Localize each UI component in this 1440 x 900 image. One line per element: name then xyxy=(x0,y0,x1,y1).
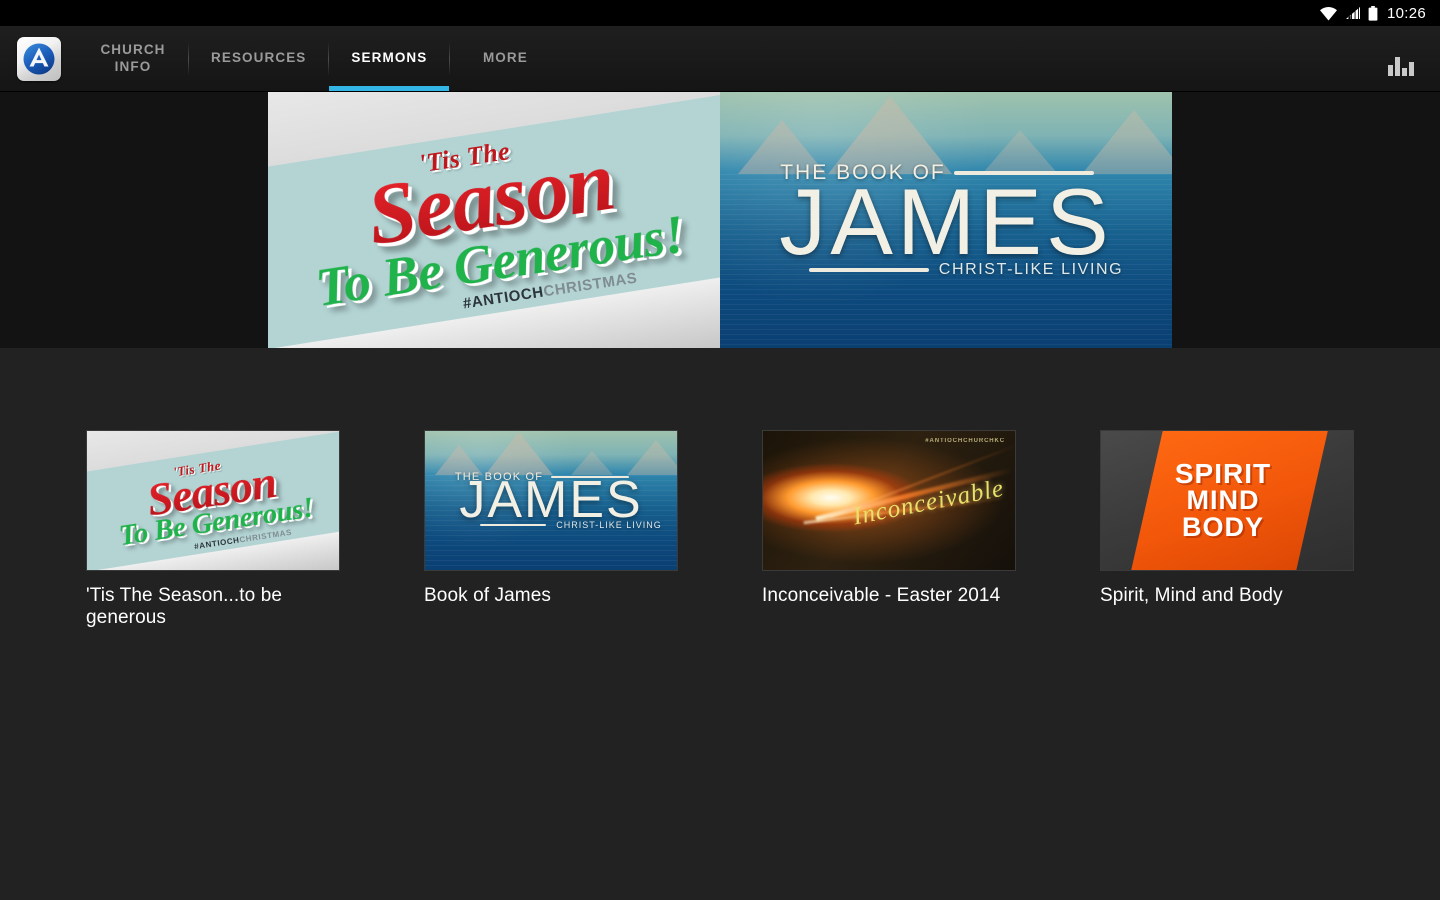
tab-church-info[interactable]: CHURCH INFO xyxy=(78,26,188,91)
smb-line3: BODY xyxy=(1181,511,1264,542)
cellular-signal-icon xyxy=(1345,6,1361,20)
hero-slide-book-of-james[interactable]: THE BOOK OF JAMES CHRIST-LIKE LIVING xyxy=(720,92,1172,348)
james-rule-bottom xyxy=(808,268,929,273)
sermon-series-card[interactable]: 'Tis The Season To Be Generous! #ANTIOCH… xyxy=(86,430,340,630)
james-line3-row: CHRIST-LIKE LIVING xyxy=(808,261,1124,279)
smb-line1: SPIRIT xyxy=(1174,457,1272,489)
season-artwork-text: 'Tis The Season To Be Generous! #ANTIOCH… xyxy=(268,92,720,348)
james-thumb-line3: CHRIST-LIKE LIVING xyxy=(556,520,662,531)
tab-bar: CHURCH INFO RESOURCES SERMONS MORE xyxy=(78,26,1384,91)
sermon-series-thumbnail: 'Tis The Season To Be Generous! #ANTIOCH… xyxy=(86,430,340,571)
tab-church-info-label: CHURCH INFO xyxy=(100,42,166,74)
james-thumb-rule-bottom xyxy=(480,524,547,527)
status-bar: 10:26 xyxy=(0,0,1440,26)
bar-chart-bar xyxy=(1388,64,1393,76)
sermon-series-thumbnail: #ANTIOCHCHURCHKC Inconceivable xyxy=(762,430,1016,571)
wifi-icon xyxy=(1319,6,1338,21)
app-logo-button[interactable] xyxy=(0,26,78,91)
season-thumb-text: 'Tis The Season To Be Generous! #ANTIOCH… xyxy=(87,431,339,570)
action-bar-right xyxy=(1384,26,1440,91)
tab-resources[interactable]: RESOURCES xyxy=(189,26,328,91)
bar-chart-icon[interactable] xyxy=(1384,42,1418,76)
james-line2: JAMES xyxy=(779,168,1113,274)
sermon-series-thumbnail: SPIRIT MIND BODY xyxy=(1100,430,1354,571)
james-thumb-line2: JAMES xyxy=(459,470,643,529)
sermon-series-card[interactable]: THE BOOK OF JAMES CHRIST-LIKE LIVING Boo… xyxy=(424,430,678,630)
active-tab-indicator xyxy=(329,86,450,91)
sermon-series-card[interactable]: SPIRIT MIND BODY Spirit, Mind and Body xyxy=(1100,430,1354,630)
bar-chart-bar xyxy=(1409,61,1414,76)
sermon-series-thumbnail: THE BOOK OF JAMES CHRIST-LIKE LIVING xyxy=(424,430,678,571)
tab-sermons[interactable]: SERMONS xyxy=(329,26,450,91)
sermon-series-title: Inconceivable - Easter 2014 xyxy=(762,585,1001,606)
sermon-series-title: Book of James xyxy=(424,585,551,606)
sermon-series-title: Spirit, Mind and Body xyxy=(1100,585,1283,606)
james-line3: CHRIST-LIKE LIVING xyxy=(938,261,1124,279)
sermon-series-section: 'Tis The Season To Be Generous! #ANTIOCH… xyxy=(0,348,1440,900)
tab-more-label: MORE xyxy=(482,50,528,66)
sermon-series-card[interactable]: #ANTIOCHCHURCHKC Inconceivable Inconceiv… xyxy=(762,430,1016,630)
battery-icon xyxy=(1368,5,1378,21)
tab-sermons-label: SERMONS xyxy=(351,50,428,66)
action-bar: CHURCH INFO RESOURCES SERMONS MORE xyxy=(0,26,1440,92)
hero-carousel[interactable]: 'Tis The Season To Be Generous! #ANTIOCH… xyxy=(0,92,1440,348)
james-artwork-text: THE BOOK OF JAMES CHRIST-LIKE LIVING xyxy=(720,92,1172,348)
sermon-series-title: 'Tis The Season...to be generous xyxy=(86,585,283,629)
james-thumb-line3-row: CHRIST-LIKE LIVING xyxy=(480,520,662,530)
bar-chart-bar xyxy=(1395,56,1400,76)
james-thumb-artwork: THE BOOK OF JAMES CHRIST-LIKE LIVING xyxy=(425,431,677,570)
tab-resources-label: RESOURCES xyxy=(211,50,307,66)
season-thumb-artwork: 'Tis The Season To Be Generous! #ANTIOCH… xyxy=(87,431,339,570)
tab-more[interactable]: MORE xyxy=(450,26,560,91)
antioch-logo-icon xyxy=(17,36,61,81)
james-thumb-text: THE BOOK OF JAMES CHRIST-LIKE LIVING xyxy=(425,431,677,570)
smb-line2: MIND xyxy=(1186,485,1260,516)
sermon-series-grid: 'Tis The Season To Be Generous! #ANTIOCH… xyxy=(0,430,1440,630)
status-time: 10:26 xyxy=(1386,4,1426,22)
hero-slide-tis-the-season[interactable]: 'Tis The Season To Be Generous! #ANTIOCH… xyxy=(268,92,720,348)
inconceivable-hashtag: #ANTIOCHCHURCHKC xyxy=(925,438,1005,444)
bar-chart-bar xyxy=(1402,67,1407,76)
spirit-mind-body-text: SPIRIT MIND BODY xyxy=(1101,431,1349,570)
